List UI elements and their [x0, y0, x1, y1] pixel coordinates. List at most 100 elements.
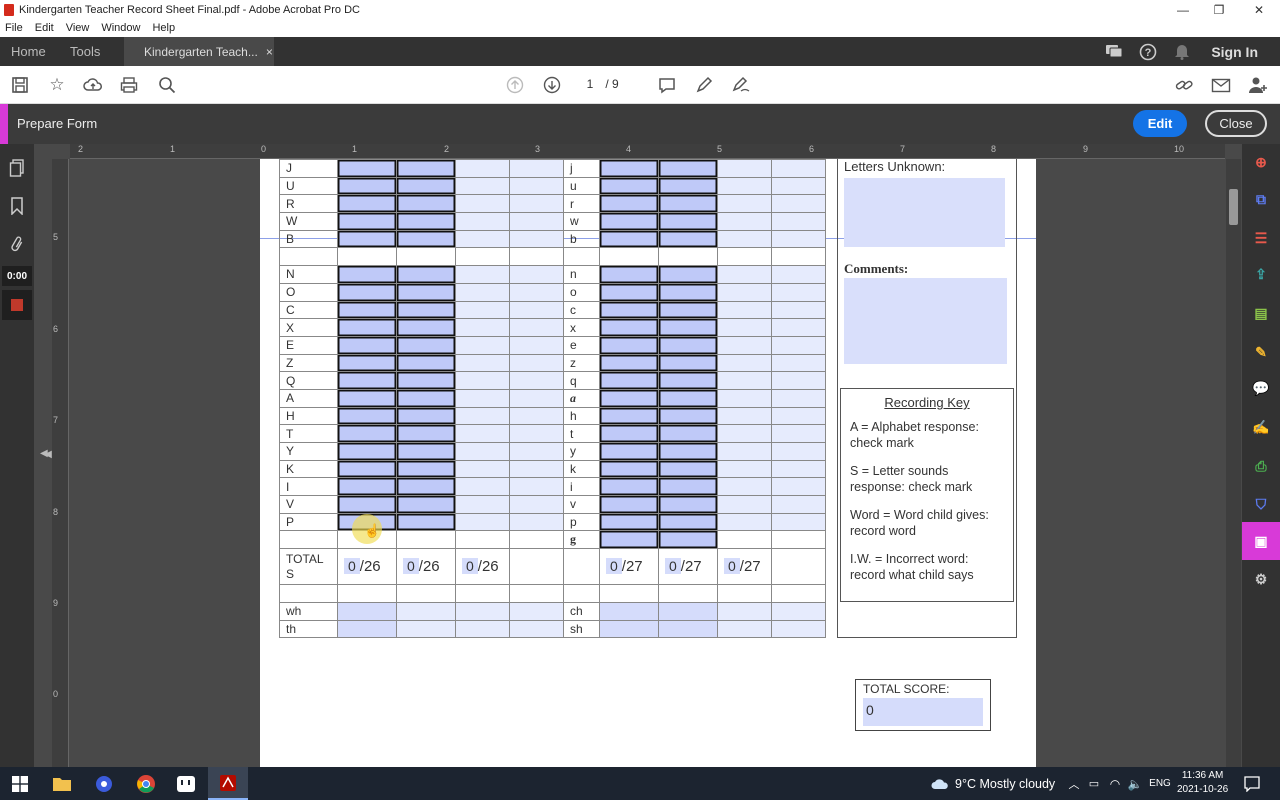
digraph-field[interactable]: [455, 601, 510, 621]
incorrect-word-field[interactable]: [509, 406, 564, 426]
letter-sound-field[interactable]: [658, 229, 718, 249]
alphabet-response-field[interactable]: [337, 388, 397, 408]
word-field[interactable]: [455, 442, 510, 461]
total-value-field[interactable]: 0: [462, 558, 478, 575]
alphabet-response-field[interactable]: [337, 495, 397, 514]
alphabet-response-field[interactable]: [337, 318, 397, 337]
letter-sound-field[interactable]: [396, 424, 456, 443]
word-field[interactable]: [455, 424, 510, 443]
incorrect-word-field[interactable]: [771, 459, 826, 479]
volume-icon[interactable]: 🔈: [1126, 767, 1144, 800]
tab-document[interactable]: Kindergarten Teach... ×: [124, 37, 274, 66]
word-field[interactable]: [455, 282, 510, 302]
tab-close-icon[interactable]: ×: [266, 45, 273, 59]
letter-sound-field[interactable]: [658, 335, 718, 355]
letter-sound-field[interactable]: [658, 318, 718, 337]
letter-sound-field[interactable]: [396, 318, 456, 337]
word-field[interactable]: [717, 512, 772, 532]
word-field[interactable]: [455, 388, 510, 408]
prepare-form-tool[interactable]: ▣: [1242, 522, 1280, 560]
file-explorer-icon[interactable]: [50, 767, 74, 800]
bell-icon[interactable]: [1170, 37, 1194, 66]
tab-tools[interactable]: Tools: [70, 37, 115, 66]
terminal-app-icon[interactable]: [174, 767, 198, 800]
word-field[interactable]: [717, 459, 772, 479]
next-page-icon[interactable]: [540, 73, 564, 97]
organize-pages-icon[interactable]: ☰: [1251, 228, 1271, 248]
print-production-icon[interactable]: ⎙: [1251, 456, 1271, 476]
scroll-thumb[interactable]: [1229, 189, 1238, 225]
incorrect-word-field[interactable]: [509, 388, 564, 408]
alphabet-response-field[interactable]: [599, 477, 659, 497]
edit-button[interactable]: Edit: [1133, 110, 1187, 137]
add-user-icon[interactable]: [1246, 73, 1270, 97]
letter-sound-field[interactable]: [658, 265, 718, 284]
alphabet-response-field[interactable]: [337, 353, 397, 373]
alphabet-response-field[interactable]: [337, 335, 397, 355]
incorrect-word-field[interactable]: [771, 229, 826, 249]
word-field[interactable]: [717, 388, 772, 408]
alphabet-response-field[interactable]: [337, 212, 397, 231]
chrome-icon[interactable]: [134, 767, 158, 800]
incorrect-word-field[interactable]: [509, 318, 564, 337]
incorrect-word-field[interactable]: [771, 495, 826, 514]
sign-pen-icon[interactable]: [729, 73, 753, 97]
word-field[interactable]: [717, 371, 772, 390]
combine-files-icon[interactable]: ⧉: [1251, 189, 1271, 209]
word-field[interactable]: [455, 495, 510, 514]
letter-sound-field[interactable]: [396, 300, 456, 320]
word-field[interactable]: [717, 212, 772, 231]
letter-sound-field[interactable]: [658, 406, 718, 426]
word-field[interactable]: [717, 300, 772, 320]
alphabet-response-field[interactable]: [337, 442, 397, 461]
help-icon[interactable]: ?: [1136, 37, 1160, 66]
incorrect-word-field[interactable]: [509, 512, 564, 532]
incorrect-word-field[interactable]: [509, 442, 564, 461]
more-tools-icon[interactable]: ⚙: [1251, 569, 1271, 589]
letter-sound-field[interactable]: [658, 176, 718, 196]
word-field[interactable]: [717, 194, 772, 214]
alphabet-response-field[interactable]: [599, 229, 659, 249]
word-field[interactable]: [717, 159, 772, 178]
digraph-field[interactable]: [455, 619, 510, 639]
incorrect-word-field[interactable]: [509, 371, 564, 390]
incorrect-word-field[interactable]: [509, 194, 564, 214]
alphabet-response-field[interactable]: [599, 335, 659, 355]
letter-sound-field[interactable]: [396, 159, 456, 178]
wifi-icon[interactable]: ◠: [1106, 767, 1124, 800]
word-field[interactable]: [717, 477, 772, 497]
vertical-scrollbar[interactable]: [1226, 159, 1241, 767]
alphabet-response-field[interactable]: [599, 424, 659, 443]
total-value-field[interactable]: 0: [344, 558, 360, 575]
language-indicator[interactable]: ENG: [1146, 767, 1174, 800]
word-field[interactable]: [455, 477, 510, 497]
incorrect-word-field[interactable]: [509, 495, 564, 514]
letter-sound-field[interactable]: [658, 353, 718, 373]
menu-help[interactable]: Help: [152, 22, 175, 34]
incorrect-word-field[interactable]: [509, 424, 564, 443]
word-field[interactable]: [455, 212, 510, 231]
letter-sound-field[interactable]: [396, 335, 456, 355]
alphabet-response-field[interactable]: [337, 265, 397, 284]
digraph-field[interactable]: [658, 601, 718, 621]
print-icon[interactable]: [117, 73, 141, 97]
letter-sound-field[interactable]: [396, 282, 456, 302]
incorrect-word-field[interactable]: [771, 442, 826, 461]
incorrect-word-field[interactable]: [771, 388, 826, 408]
incorrect-word-field[interactable]: [509, 229, 564, 249]
settings-app-icon[interactable]: [92, 767, 116, 800]
alphabet-response-field[interactable]: [599, 388, 659, 408]
battery-icon[interactable]: ▭: [1085, 767, 1103, 800]
letter-sound-field[interactable]: [396, 477, 456, 497]
notifications-icon[interactable]: [1240, 767, 1264, 800]
letter-sound-field[interactable]: [396, 229, 456, 249]
word-field[interactable]: [717, 229, 772, 249]
word-field[interactable]: [717, 335, 772, 355]
weather-text[interactable]: 9°C Mostly cloudy: [955, 767, 1060, 800]
letter-sound-field[interactable]: [396, 212, 456, 231]
incorrect-word-field[interactable]: [509, 159, 564, 178]
incorrect-word-field[interactable]: [509, 459, 564, 479]
letter-sound-field[interactable]: [658, 424, 718, 443]
page-current-input[interactable]: 1: [578, 77, 602, 91]
comment-icon[interactable]: [655, 73, 679, 97]
